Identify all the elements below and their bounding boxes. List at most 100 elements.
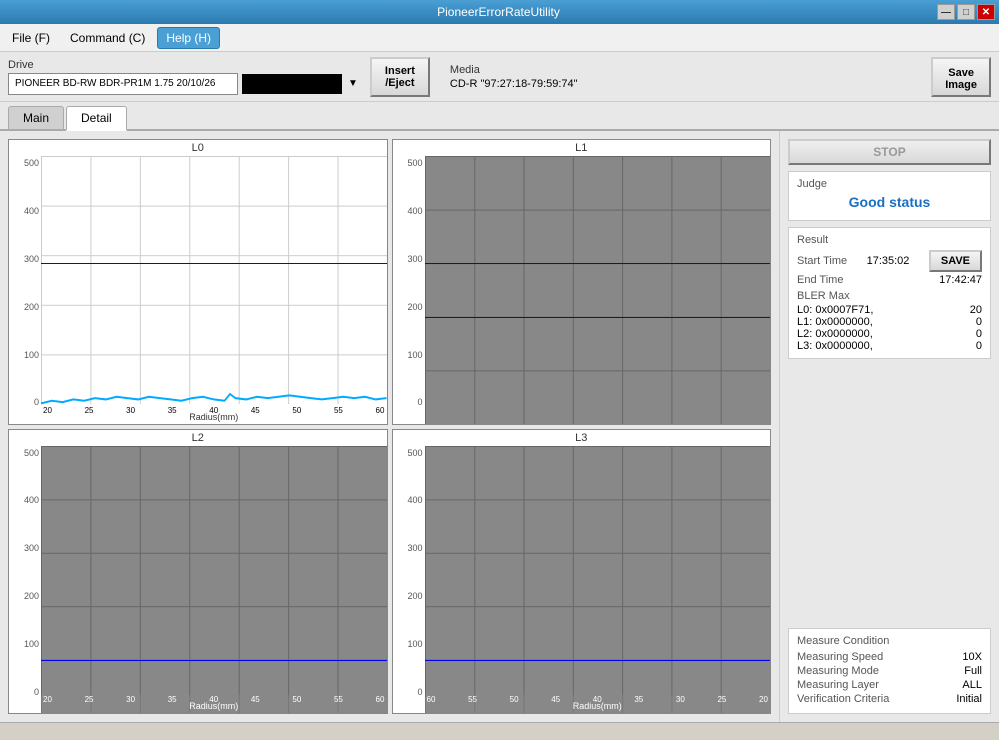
chart-l2-xlabel: Radius(mm) xyxy=(189,701,238,711)
main-content: BLER L0 500 400 300 200 100 0 xyxy=(0,131,999,722)
bler-l1-value: 0 xyxy=(976,316,982,328)
menu-help[interactable]: Help (H) xyxy=(157,27,220,49)
chart-l0-yaxis: 500 400 300 200 100 0 xyxy=(9,156,41,424)
tab-detail[interactable]: Detail xyxy=(66,106,127,131)
chart-l0-title: L0 xyxy=(9,140,387,156)
measure-mode-row: Measuring Mode Full xyxy=(797,665,982,677)
statusbar xyxy=(0,722,999,740)
panel-spacer xyxy=(788,365,991,622)
result-start-time-label: Start Time xyxy=(797,255,847,267)
chart-l2-inner: 500 400 300 200 100 0 20 25 30 xyxy=(9,446,387,714)
judge-value: Good status xyxy=(797,190,982,214)
measure-criteria-row: Verification Criteria Initial xyxy=(797,693,982,705)
chart-l0-inner: 500 400 300 200 100 0 xyxy=(9,156,387,424)
chart-l0: L0 500 400 300 200 100 0 xyxy=(8,139,388,425)
chart-l1-title: L1 xyxy=(393,140,771,156)
measure-layer-label: Measuring Layer xyxy=(797,679,879,691)
bler-l0-key: L0: 0x0007F71, xyxy=(797,304,873,316)
bler-l0-value: 20 xyxy=(970,304,982,316)
measure-criteria-value: Initial xyxy=(956,693,982,705)
media-label: Media xyxy=(450,64,578,76)
titlebar: PioneerErrorRateUtility — □ ✕ xyxy=(0,0,999,24)
drive-display: PIONEER BD-RW BDR-PR1M 1.75 20/10/26 xyxy=(8,73,238,95)
right-panel: STOP Judge Good status Result Start Time… xyxy=(779,131,999,722)
tab-main[interactable]: Main xyxy=(8,106,64,129)
save-result-button[interactable]: SAVE xyxy=(929,250,982,272)
measure-mode-label: Measuring Mode xyxy=(797,665,879,677)
chart-l0-data-svg xyxy=(41,156,387,424)
menubar: File (F) Command (C) Help (H) xyxy=(0,24,999,52)
chart-l1: L1 500 400 300 200 100 0 xyxy=(392,139,772,425)
chart-l0-xlabel: Radius(mm) xyxy=(189,412,238,422)
charts-area: BLER L0 500 400 300 200 100 0 xyxy=(0,131,779,722)
charts-bottom-row: L2 500 400 300 200 100 0 20 xyxy=(8,429,771,715)
measure-criteria-label: Verification Criteria xyxy=(797,693,889,705)
tabs: Main Detail xyxy=(0,102,999,131)
measure-layer-value: ALL xyxy=(962,679,982,691)
drive-row: PIONEER BD-RW BDR-PR1M 1.75 20/10/26 ▼ xyxy=(8,73,358,95)
chart-l3-title: L3 xyxy=(393,430,771,446)
bler-l2-key: L2: 0x0000000, xyxy=(797,328,873,340)
bler-l1-row: L1: 0x0000000, 0 xyxy=(797,316,982,328)
chart-l1-inner: 500 400 300 200 100 0 xyxy=(393,156,771,424)
result-label: Result xyxy=(797,234,982,246)
bler-l2-value: 0 xyxy=(976,328,982,340)
measure-condition-title: Measure Condition xyxy=(797,635,982,647)
chart-l1-blue-line-2 xyxy=(425,317,771,318)
window-controls[interactable]: — □ ✕ xyxy=(937,4,999,20)
drive-value: PIONEER BD-RW BDR-PR1M 1.75 20/10/26 xyxy=(15,78,215,89)
bler-l3-value: 0 xyxy=(976,340,982,352)
chart-l2-title: L2 xyxy=(9,430,387,446)
chart-l1-yaxis: 500 400 300 200 100 0 xyxy=(393,156,425,424)
measure-layer-row: Measuring Layer ALL xyxy=(797,679,982,691)
chart-l3-blue-line xyxy=(425,660,771,661)
chart-l3-plot: 60 55 50 45 40 35 30 25 20 Radius(mm) xyxy=(425,446,771,714)
drive-section: Drive PIONEER BD-RW BDR-PR1M 1.75 20/10/… xyxy=(8,59,358,95)
bler-max-label: BLER Max xyxy=(797,290,982,302)
chart-l1-blue-line-1 xyxy=(425,263,771,264)
result-end-time-label: End Time xyxy=(797,274,843,286)
drive-extra xyxy=(242,74,342,94)
restore-button[interactable]: □ xyxy=(957,4,975,20)
stop-button[interactable]: STOP xyxy=(788,139,991,165)
chart-l2: L2 500 400 300 200 100 0 20 xyxy=(8,429,388,715)
close-button[interactable]: ✕ xyxy=(977,4,995,20)
measure-mode-value: Full xyxy=(964,665,982,677)
drive-bar: Drive PIONEER BD-RW BDR-PR1M 1.75 20/10/… xyxy=(0,52,999,102)
window-title: PioneerErrorRateUtility xyxy=(60,5,937,19)
charts-top-row: L0 500 400 300 200 100 0 xyxy=(8,139,771,425)
bler-l3-row: L3: 0x0000000, 0 xyxy=(797,340,982,352)
measure-speed-label: Measuring Speed xyxy=(797,651,883,663)
minimize-button[interactable]: — xyxy=(937,4,955,20)
menu-command[interactable]: Command (C) xyxy=(62,28,153,48)
judge-section: Judge Good status xyxy=(788,171,991,221)
judge-label: Judge xyxy=(797,178,982,190)
result-start-time-row: Start Time 17:35:02 SAVE xyxy=(797,250,982,272)
menu-file[interactable]: File (F) xyxy=(4,28,58,48)
chart-l3-xlabel: Radius(mm) xyxy=(573,701,622,711)
media-value: CD-R "97:27:18-79:59:74" xyxy=(450,78,578,90)
measure-speed-value: 10X xyxy=(962,651,982,663)
drive-label: Drive xyxy=(8,59,358,71)
chart-l2-blue-line xyxy=(41,660,387,661)
media-section: Media CD-R "97:27:18-79:59:74" xyxy=(450,64,578,90)
bler-l2-row: L2: 0x0000000, 0 xyxy=(797,328,982,340)
chart-l3-yaxis: 500 400 300 200 100 0 xyxy=(393,446,425,714)
measure-speed-row: Measuring Speed 10X xyxy=(797,651,982,663)
result-end-time-value: 17:42:47 xyxy=(939,274,982,286)
result-section: Result Start Time 17:35:02 SAVE End Time… xyxy=(788,227,991,359)
insert-eject-button[interactable]: Insert/Eject xyxy=(370,57,430,97)
bler-l3-key: L3: 0x0000000, xyxy=(797,340,873,352)
save-image-button[interactable]: SaveImage xyxy=(931,57,991,97)
result-end-time-row: End Time 17:42:47 xyxy=(797,274,982,286)
dropdown-arrow-icon[interactable]: ▼ xyxy=(348,78,358,89)
chart-l2-yaxis: 500 400 300 200 100 0 xyxy=(9,446,41,714)
chart-l1-plot xyxy=(425,156,771,424)
chart-l3-inner: 500 400 300 200 100 0 60 55 50 xyxy=(393,446,771,714)
bler-max-section: BLER Max L0: 0x0007F71, 20 L1: 0x0000000… xyxy=(797,290,982,352)
bler-l1-key: L1: 0x0000000, xyxy=(797,316,873,328)
chart-l2-plot: 20 25 30 35 40 45 50 55 60 Radius(mm) xyxy=(41,446,387,714)
chart-l0-plot: 20 25 30 35 40 45 50 55 60 Radius(mm) xyxy=(41,156,387,424)
measure-condition-section: Measure Condition Measuring Speed 10X Me… xyxy=(788,628,991,714)
chart-l3: L3 500 400 300 200 100 0 60 xyxy=(392,429,772,715)
